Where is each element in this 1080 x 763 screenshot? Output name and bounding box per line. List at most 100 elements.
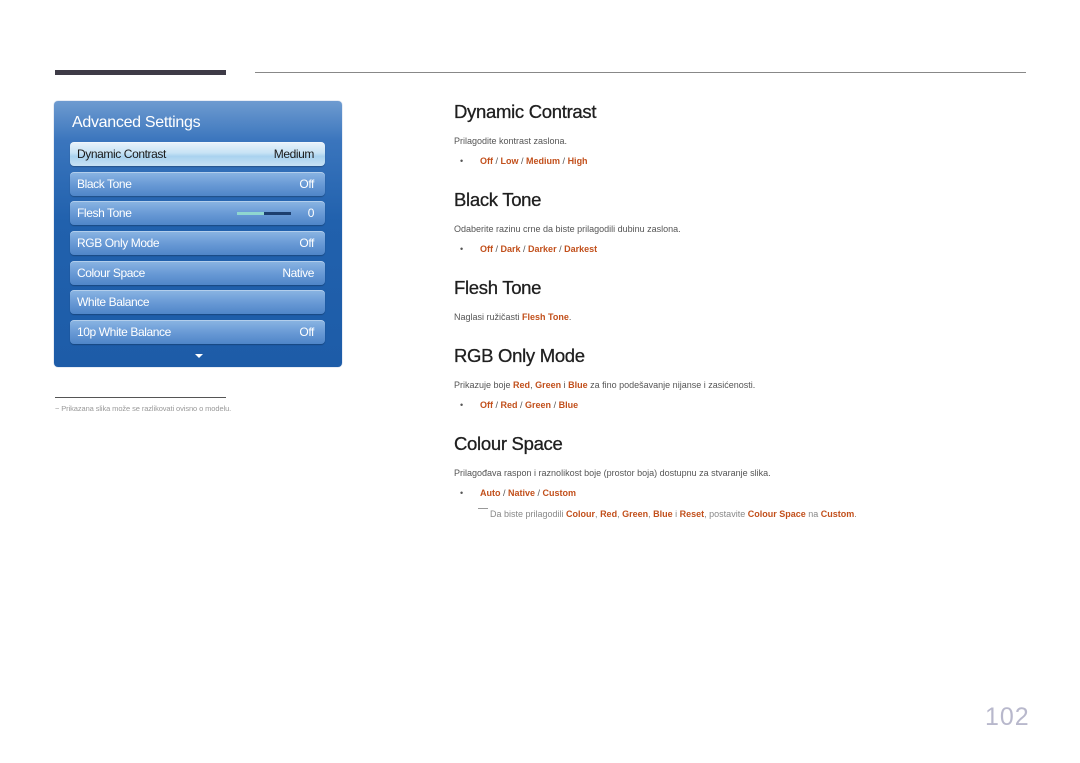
option: Off: [480, 244, 493, 254]
menu-item-colour-space[interactable]: Colour Space Native: [70, 261, 325, 285]
bullet: •: [460, 244, 464, 254]
option: Auto: [480, 488, 501, 498]
section-flesh-tone: Flesh Tone Naglasi ružičasti Flesh Tone.: [454, 277, 572, 322]
option: Custom: [542, 488, 577, 498]
option: Off: [480, 400, 493, 410]
section-black-tone: Black Tone Odaberite razinu crne da bist…: [454, 189, 681, 254]
menu-item-label: White Balance: [77, 295, 150, 309]
flesh-tone-slider[interactable]: [237, 212, 291, 215]
text: , postavite: [704, 509, 748, 519]
option: Off: [480, 156, 493, 166]
text: i: [672, 509, 680, 519]
menu-item-value: Off: [299, 177, 314, 191]
menu-item-value: Medium: [273, 147, 315, 161]
separator: /: [500, 488, 509, 498]
option: Darker: [528, 244, 557, 254]
option: Red: [500, 400, 518, 410]
bullet: •: [460, 156, 464, 166]
section-description: Prilagođava raspon i raznolikost boje (p…: [454, 468, 771, 478]
menu-item-dynamic-contrast[interactable]: Dynamic Contrast Medium: [70, 142, 325, 166]
text: Naglasi ružičasti: [454, 312, 523, 322]
text: za fino podešavanje nijanse i zasićenost…: [587, 380, 756, 390]
menu-item-label: Colour Space: [77, 266, 145, 280]
separator: /: [551, 400, 559, 410]
highlight: Custom: [820, 509, 855, 519]
text: .: [854, 509, 857, 519]
note-dash-icon: [478, 508, 488, 509]
section-title: Colour Space: [454, 433, 563, 454]
section-description: Prikazuje boje Red, Green i Blue za fino…: [454, 380, 755, 390]
separator: /: [493, 156, 501, 166]
option: Green: [525, 400, 552, 410]
menu-item-label: Flesh Tone: [77, 206, 132, 220]
advanced-settings-menu: Advanced Settings Dynamic Contrast Mediu…: [54, 101, 342, 367]
option: Darkest: [564, 244, 598, 254]
section-title: RGB Only Mode: [454, 345, 585, 366]
separator: /: [493, 244, 501, 254]
menu-item-label: Dynamic Contrast: [77, 147, 166, 161]
section-description: Prilagodite kontrast zaslona.: [454, 136, 568, 146]
highlight: Reset: [679, 509, 705, 519]
menu-item-label: Black Tone: [77, 177, 132, 191]
highlight: Colour Space: [747, 509, 806, 519]
menu-item-black-tone[interactable]: Black Tone Off: [70, 172, 325, 196]
option-list: • Off / Dark / Darker / Darkest: [460, 244, 597, 254]
highlight: Red: [600, 509, 618, 519]
menu-item-value: 0: [307, 206, 315, 220]
section-title: Black Tone: [454, 189, 542, 210]
bullet: •: [460, 400, 464, 410]
menu-item-10p-white-balance[interactable]: 10p White Balance Off: [70, 320, 325, 344]
header-rule-thin: [255, 72, 1026, 73]
option: Medium: [526, 156, 561, 166]
section-title: Flesh Tone: [454, 277, 542, 298]
text: Prikazuje boje: [454, 380, 514, 390]
option-list: • Auto / Native / Custom: [460, 488, 576, 498]
option-list: • Off / Low / Medium / High: [460, 156, 588, 166]
highlight: Blue: [568, 380, 588, 390]
separator: /: [518, 156, 527, 166]
section-dynamic-contrast: Dynamic Contrast Prilagodite kontrast za…: [454, 101, 597, 166]
separator: /: [556, 244, 565, 254]
page-number: 102: [985, 703, 1030, 731]
separator: /: [520, 244, 529, 254]
bullet: •: [460, 488, 464, 498]
separator: /: [535, 488, 543, 498]
menu-title: Advanced Settings: [72, 114, 201, 131]
footnote: − Prikazana slika može se razlikovati ov…: [55, 404, 232, 413]
option: Dark: [500, 244, 521, 254]
text: na: [805, 509, 821, 519]
option: Native: [508, 488, 536, 498]
separator: /: [493, 400, 501, 410]
highlight: Colour: [566, 509, 596, 519]
highlight: Green: [622, 509, 649, 519]
option: Blue: [558, 400, 579, 410]
menu-item-label: 10p White Balance: [77, 325, 171, 339]
section-colour-space: Colour Space Prilagođava raspon i raznol…: [454, 433, 857, 519]
separator: /: [517, 400, 526, 410]
slider-fill: [237, 212, 264, 215]
highlight: Green: [535, 380, 562, 390]
text: .: [568, 312, 572, 322]
footnote-rule: [55, 397, 226, 398]
header-rule-thick: [55, 70, 226, 75]
option: Low: [500, 156, 519, 166]
section-title: Dynamic Contrast: [454, 101, 597, 122]
separator: /: [560, 156, 568, 166]
menu-item-label: RGB Only Mode: [77, 236, 160, 250]
text: Da biste prilagodili: [490, 509, 567, 519]
chevron-down-icon[interactable]: [195, 354, 203, 358]
menu-item-white-balance[interactable]: White Balance: [70, 290, 325, 314]
menu-item-value: Off: [299, 325, 314, 339]
menu-item-rgb-only-mode[interactable]: RGB Only Mode Off: [70, 231, 325, 255]
menu-item-flesh-tone[interactable]: Flesh Tone 0: [70, 201, 325, 225]
section-description: Odaberite razinu crne da biste prilagodi…: [454, 224, 681, 234]
highlight: Blue: [653, 509, 673, 519]
option-list: • Off / Red / Green / Blue: [460, 400, 578, 410]
section-rgb-only-mode: RGB Only Mode Prikazuje boje Red, Green …: [454, 345, 755, 410]
menu-item-value: Off: [299, 236, 314, 250]
highlight: Red: [513, 380, 531, 390]
option: High: [567, 156, 588, 166]
section-description: Naglasi ružičasti Flesh Tone.: [454, 312, 571, 322]
highlight: Flesh Tone: [522, 312, 569, 322]
section-note: Da biste prilagodili Colour, Red, Green,…: [478, 508, 857, 519]
